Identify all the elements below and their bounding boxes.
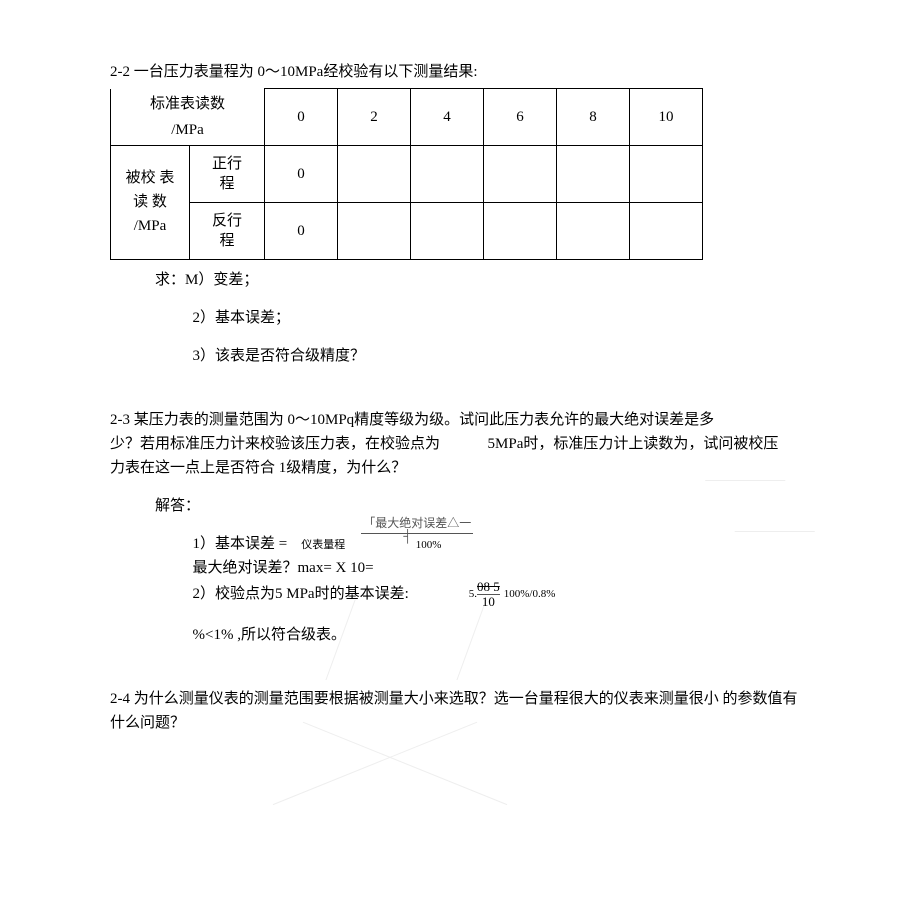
table-col-2: 4	[411, 89, 484, 146]
sub-backward-top: 反行	[190, 202, 265, 231]
bracket-icon: ┤	[403, 527, 412, 546]
table-col-1: 2	[338, 89, 411, 146]
table-col-0: 0	[265, 89, 338, 146]
q23-line1c: 100%	[416, 537, 442, 555]
q22-table: 标准表读数 0 2 4 6 8 10 /MPa 被校 表 读 数 /MPa 正行…	[110, 88, 703, 260]
q23-p2: 少？若用标准压力计来校验该压力表，在校验点为 5MPa时，标准压力计上读数为，试…	[110, 432, 830, 456]
q23-line3e: 10	[477, 594, 500, 609]
q24-p2: 什么问题？	[110, 711, 830, 735]
backward-3	[484, 202, 557, 259]
q23-frac: 08 5 10	[477, 580, 500, 610]
q23-line3: 2）校验点为5 MPa时的基本误差: 5. 08 5 10 100%/0.8%	[110, 580, 830, 610]
q23-p1: 2-3 某压力表的测量范围为 0～10MPq精度等级为级。试问此压力表允许的最大…	[110, 408, 830, 432]
row2-label-top: 被校 表	[126, 170, 175, 186]
table-col-4: 8	[557, 89, 630, 146]
table-header-label-bot: /MPa	[111, 117, 265, 146]
q23-line1a: 1）基本误差 =	[193, 532, 288, 556]
q23-line3d: 100%/0.8%	[504, 586, 556, 604]
q23-line3c: 08 5	[477, 579, 500, 594]
q22-heading: 2-2 一台压力表量程为 0～10MPa经校验有以下测量结果:	[110, 60, 830, 84]
row2-label-bot: /MPa	[134, 218, 167, 234]
q23-p2a: 少？若用标准压力计来校验该压力表，在校验点为	[110, 436, 440, 452]
q23-line3b: 5.	[469, 586, 477, 604]
table-row2-label: 被校 表 读 数 /MPa	[111, 145, 190, 259]
q23-line2: 最大绝对误差？max= X 10=	[110, 556, 830, 580]
q22-ask2: 2）基本误差；	[110, 306, 830, 330]
q23-p2b: 5MPa时，标准压力计上读数为，试问被校压	[488, 436, 779, 452]
table-header-label-top: 标准表读数	[111, 89, 265, 117]
forward-3	[484, 145, 557, 202]
backward-2	[411, 202, 484, 259]
backward-5	[630, 202, 703, 259]
watermark-shape	[273, 722, 507, 880]
q22-ask3: 3）该表是否符合级精度？	[110, 344, 830, 368]
backward-1	[338, 202, 411, 259]
table-col-5: 10	[630, 89, 703, 146]
q23-line4: %<1% ,所以符合级表。	[110, 623, 830, 647]
row2-label-mid: 读 数	[133, 194, 167, 210]
q22-ask-lead: 求：M）变差；	[110, 268, 830, 292]
forward-5	[630, 145, 703, 202]
q23-p3: 力表在这一点上是否符合 1级精度，为什么？	[110, 456, 830, 480]
sub-backward-bot: 程	[190, 231, 265, 260]
q23-line3a: 2）校验点为5 MPa时的基本误差:	[193, 582, 409, 606]
sub-forward-bot: 程	[190, 174, 265, 203]
forward-0: 0	[265, 145, 338, 202]
backward-0: 0	[265, 202, 338, 259]
backward-4	[557, 202, 630, 259]
forward-4	[557, 145, 630, 202]
watermark-shape	[273, 722, 507, 880]
q23-line1: 1）基本误差 = 「最大绝对误差△一 仪表量程 ┤ 100%	[110, 532, 830, 556]
forward-1	[338, 145, 411, 202]
q23-frac-top: 「最大绝对误差△一	[361, 514, 473, 534]
q24-p1: 2-4 为什么测量仪表的测量范围要根据被测量大小来选取？选一台量程很大的仪表来测…	[110, 687, 830, 711]
q23-line1b: 仪表量程	[301, 539, 345, 551]
sub-forward-top: 正行	[190, 145, 265, 174]
forward-2	[411, 145, 484, 202]
table-col-3: 6	[484, 89, 557, 146]
